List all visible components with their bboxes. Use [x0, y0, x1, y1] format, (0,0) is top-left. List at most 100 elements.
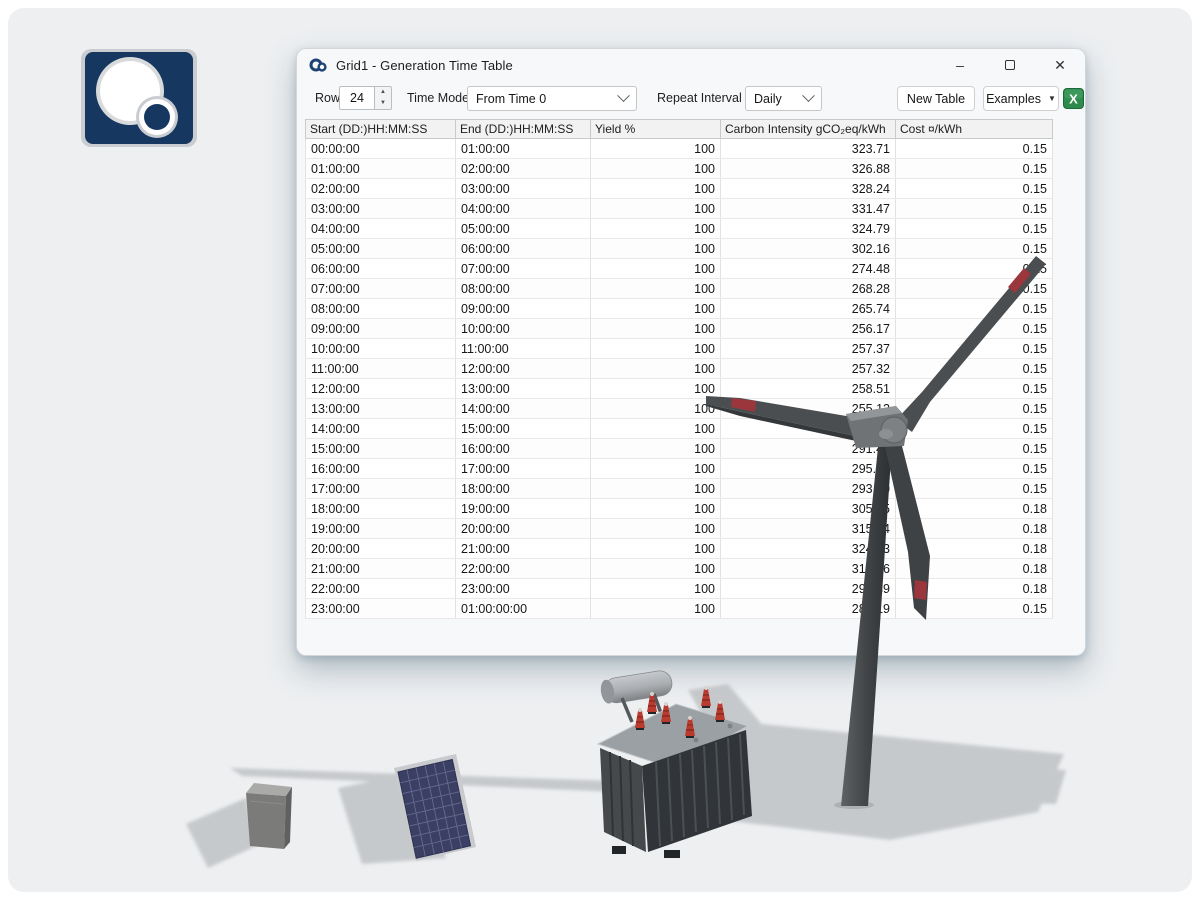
column-header[interactable]: Yield % [591, 120, 721, 139]
table-row[interactable]: 19:00:0020:00:00100315.240.18 [306, 519, 1053, 539]
table-cell[interactable]: 100 [591, 359, 721, 379]
table-cell[interactable]: 08:00:00 [456, 279, 591, 299]
table-cell[interactable]: 295.60 [721, 459, 896, 479]
table-row[interactable]: 00:00:0001:00:00100323.710.15 [306, 139, 1053, 159]
table-cell[interactable]: 01:00:00 [306, 159, 456, 179]
table-cell[interactable]: 20:00:00 [456, 519, 591, 539]
table-cell[interactable]: 15:00:00 [456, 419, 591, 439]
table-cell[interactable]: 17:00:00 [456, 459, 591, 479]
table-cell[interactable]: 100 [591, 599, 721, 619]
table-cell[interactable]: 04:00:00 [456, 199, 591, 219]
column-header[interactable]: Cost ¤/kWh [896, 120, 1053, 139]
table-cell[interactable]: 11:00:00 [456, 339, 591, 359]
table-row[interactable]: 10:00:0011:00:00100257.370.15 [306, 339, 1053, 359]
table-cell[interactable]: 100 [591, 219, 721, 239]
column-header[interactable]: Start (DD:)HH:MM:SS [306, 120, 456, 139]
table-cell[interactable]: 100 [591, 139, 721, 159]
table-cell[interactable]: 20:00:00 [306, 539, 456, 559]
stepper-down-icon[interactable]: ▼ [375, 98, 391, 109]
table-row[interactable]: 23:00:0001:00:00:00100289.190.15 [306, 599, 1053, 619]
table-row[interactable]: 21:00:0022:00:00100317.560.18 [306, 559, 1053, 579]
minimize-button[interactable]: – [935, 49, 985, 81]
table-cell[interactable]: 100 [591, 379, 721, 399]
stepper-up-icon[interactable]: ▲ [375, 87, 391, 98]
table-row[interactable]: 20:00:0021:00:00100324.830.18 [306, 539, 1053, 559]
table-cell[interactable]: 289.19 [721, 599, 896, 619]
table-cell[interactable]: 02:00:00 [306, 179, 456, 199]
table-cell[interactable]: 0.15 [896, 159, 1053, 179]
table-row[interactable]: 14:00:0015:00:00100262.350.15 [306, 419, 1053, 439]
title-bar[interactable]: Grid1 - Generation Time Table – ✕ [297, 49, 1085, 81]
table-cell[interactable]: 0.15 [896, 279, 1053, 299]
table-cell[interactable]: 12:00:00 [306, 379, 456, 399]
table-cell[interactable]: 100 [591, 419, 721, 439]
table-cell[interactable]: 14:00:00 [456, 399, 591, 419]
table-cell[interactable]: 0.15 [896, 339, 1053, 359]
table-cell[interactable]: 100 [591, 199, 721, 219]
table-cell[interactable]: 14:00:00 [306, 419, 456, 439]
table-cell[interactable]: 10:00:00 [456, 319, 591, 339]
table-row[interactable]: 22:00:0023:00:00100298.390.18 [306, 579, 1053, 599]
table-cell[interactable]: 07:00:00 [306, 279, 456, 299]
table-cell[interactable]: 265.74 [721, 299, 896, 319]
table-cell[interactable]: 258.51 [721, 379, 896, 399]
table-cell[interactable]: 0.18 [896, 559, 1053, 579]
table-cell[interactable]: 0.15 [896, 319, 1053, 339]
table-cell[interactable]: 262.35 [721, 419, 896, 439]
table-row[interactable]: 09:00:0010:00:00100256.170.15 [306, 319, 1053, 339]
table-cell[interactable]: 09:00:00 [306, 319, 456, 339]
table-cell[interactable]: 18:00:00 [456, 479, 591, 499]
table-cell[interactable]: 08:00:00 [306, 299, 456, 319]
table-cell[interactable]: 317.56 [721, 559, 896, 579]
table-cell[interactable]: 100 [591, 539, 721, 559]
table-cell[interactable]: 0.15 [896, 599, 1053, 619]
table-cell[interactable]: 0.18 [896, 539, 1053, 559]
table-cell[interactable]: 0.15 [896, 399, 1053, 419]
table-row[interactable]: 08:00:0009:00:00100265.740.15 [306, 299, 1053, 319]
generation-time-table[interactable]: Start (DD:)HH:MM:SSEnd (DD:)HH:MM:SSYiel… [305, 119, 1053, 619]
table-cell[interactable]: 10:00:00 [306, 339, 456, 359]
column-header[interactable]: End (DD:)HH:MM:SS [456, 120, 591, 139]
table-cell[interactable]: 03:00:00 [306, 199, 456, 219]
table-cell[interactable]: 06:00:00 [306, 259, 456, 279]
close-button[interactable]: ✕ [1035, 49, 1085, 81]
rows-input[interactable] [339, 86, 375, 110]
maximize-button[interactable] [985, 49, 1035, 81]
table-cell[interactable]: 291.45 [721, 439, 896, 459]
table-cell[interactable]: 04:00:00 [306, 219, 456, 239]
table-cell[interactable]: 15:00:00 [306, 439, 456, 459]
table-cell[interactable]: 00:00:00 [306, 139, 456, 159]
table-cell[interactable]: 22:00:00 [456, 559, 591, 579]
examples-button[interactable]: Examples ▼ [983, 86, 1059, 111]
table-cell[interactable]: 257.37 [721, 339, 896, 359]
time-mode-select[interactable]: From Time 0 [467, 86, 637, 111]
table-cell[interactable]: 328.24 [721, 179, 896, 199]
rows-stepper[interactable]: ▲ ▼ [375, 86, 392, 110]
column-header[interactable]: Carbon Intensity gCO₂eq/kWh [721, 120, 896, 139]
table-row[interactable]: 12:00:0013:00:00100258.510.15 [306, 379, 1053, 399]
table-cell[interactable]: 100 [591, 319, 721, 339]
table-cell[interactable]: 12:00:00 [456, 359, 591, 379]
table-cell[interactable]: 257.32 [721, 359, 896, 379]
table-row[interactable]: 07:00:0008:00:00100268.280.15 [306, 279, 1053, 299]
table-cell[interactable]: 0.15 [896, 419, 1053, 439]
table-row[interactable]: 01:00:0002:00:00100326.880.15 [306, 159, 1053, 179]
table-cell[interactable]: 0.15 [896, 219, 1053, 239]
table-cell[interactable]: 331.47 [721, 199, 896, 219]
table-cell[interactable]: 05:00:00 [306, 239, 456, 259]
table-cell[interactable]: 100 [591, 439, 721, 459]
table-cell[interactable]: 100 [591, 579, 721, 599]
table-cell[interactable]: 100 [591, 159, 721, 179]
table-cell[interactable]: 326.88 [721, 159, 896, 179]
table-cell[interactable]: 100 [591, 279, 721, 299]
table-cell[interactable]: 23:00:00 [306, 599, 456, 619]
table-cell[interactable]: 0.15 [896, 239, 1053, 259]
table-cell[interactable]: 324.79 [721, 219, 896, 239]
table-cell[interactable]: 06:00:00 [456, 239, 591, 259]
table-cell[interactable]: 0.15 [896, 359, 1053, 379]
table-cell[interactable]: 100 [591, 399, 721, 419]
excel-export-icon[interactable]: X [1063, 88, 1084, 109]
table-row[interactable]: 16:00:0017:00:00100295.600.15 [306, 459, 1053, 479]
table-cell[interactable]: 19:00:00 [456, 499, 591, 519]
table-cell[interactable]: 268.28 [721, 279, 896, 299]
